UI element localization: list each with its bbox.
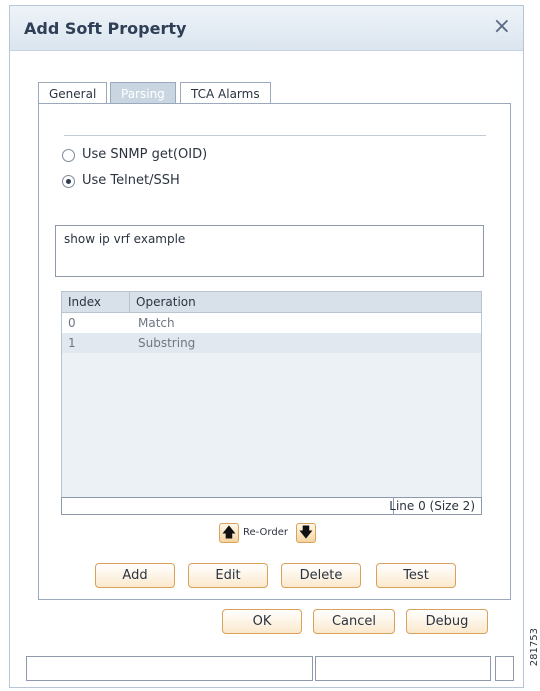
operations-table: Index Operation 0 Match 1 Substring <box>61 291 482 505</box>
command-textarea[interactable]: show ip vrf example <box>55 225 484 277</box>
row-operation: Substring <box>138 336 196 350</box>
add-button[interactable]: Add <box>95 563 175 588</box>
test-button[interactable]: Test <box>376 563 456 588</box>
status-field-right <box>495 656 514 681</box>
status-line-size: Line 0 (Size 2) <box>389 499 475 513</box>
column-header-index[interactable]: Index <box>68 295 101 309</box>
cancel-button[interactable]: Cancel <box>313 609 395 634</box>
telnet-radio[interactable] <box>62 175 75 188</box>
row-index: 0 <box>68 316 76 330</box>
reorder-label: Re-Order <box>243 527 288 538</box>
row-index: 1 <box>68 336 76 350</box>
close-icon[interactable]: × <box>493 14 511 39</box>
command-text: show ip vrf example <box>64 232 186 246</box>
ok-button[interactable]: OK <box>222 609 302 634</box>
figure-id: 281753 <box>529 628 540 667</box>
move-down-button[interactable]: 🡇 <box>296 523 316 543</box>
snmp-radio-label[interactable]: Use SNMP get(OID) <box>82 147 207 162</box>
tab-parsing[interactable]: Parsing <box>110 82 176 104</box>
tab-tca-alarms[interactable]: TCA Alarms <box>180 82 271 104</box>
delete-button[interactable]: Delete <box>281 563 361 588</box>
debug-button[interactable]: Debug <box>406 609 488 634</box>
title-bar: Add Soft Property × <box>10 6 523 51</box>
arrow-down-icon: 🡇 <box>298 525 314 541</box>
table-row[interactable]: 1 Substring <box>62 333 481 353</box>
column-divider <box>129 292 130 312</box>
table-status-bar: Line 0 (Size 2) <box>61 497 482 515</box>
snmp-radio[interactable] <box>62 149 75 162</box>
telnet-radio-label[interactable]: Use Telnet/SSH <box>82 173 180 188</box>
column-header-operation[interactable]: Operation <box>136 295 196 309</box>
dialog-title: Add Soft Property <box>24 19 187 38</box>
radio-selected-dot <box>66 179 71 184</box>
arrow-up-icon: 🡅 <box>221 525 237 541</box>
status-field-left <box>26 656 313 681</box>
row-operation: Match <box>138 316 175 330</box>
status-field-middle <box>315 656 491 681</box>
edit-button[interactable]: Edit <box>188 563 268 588</box>
add-soft-property-dialog: Add Soft Property × General Parsing TCA … <box>9 5 524 688</box>
table-header: Index Operation <box>62 292 481 313</box>
move-up-button[interactable]: 🡅 <box>219 523 239 543</box>
parsing-panel: Use SNMP get(OID) Use Telnet/SSH show ip… <box>38 103 511 600</box>
separator-line <box>64 135 486 136</box>
tab-general[interactable]: General <box>38 82 108 104</box>
table-row[interactable]: 0 Match <box>62 313 481 333</box>
